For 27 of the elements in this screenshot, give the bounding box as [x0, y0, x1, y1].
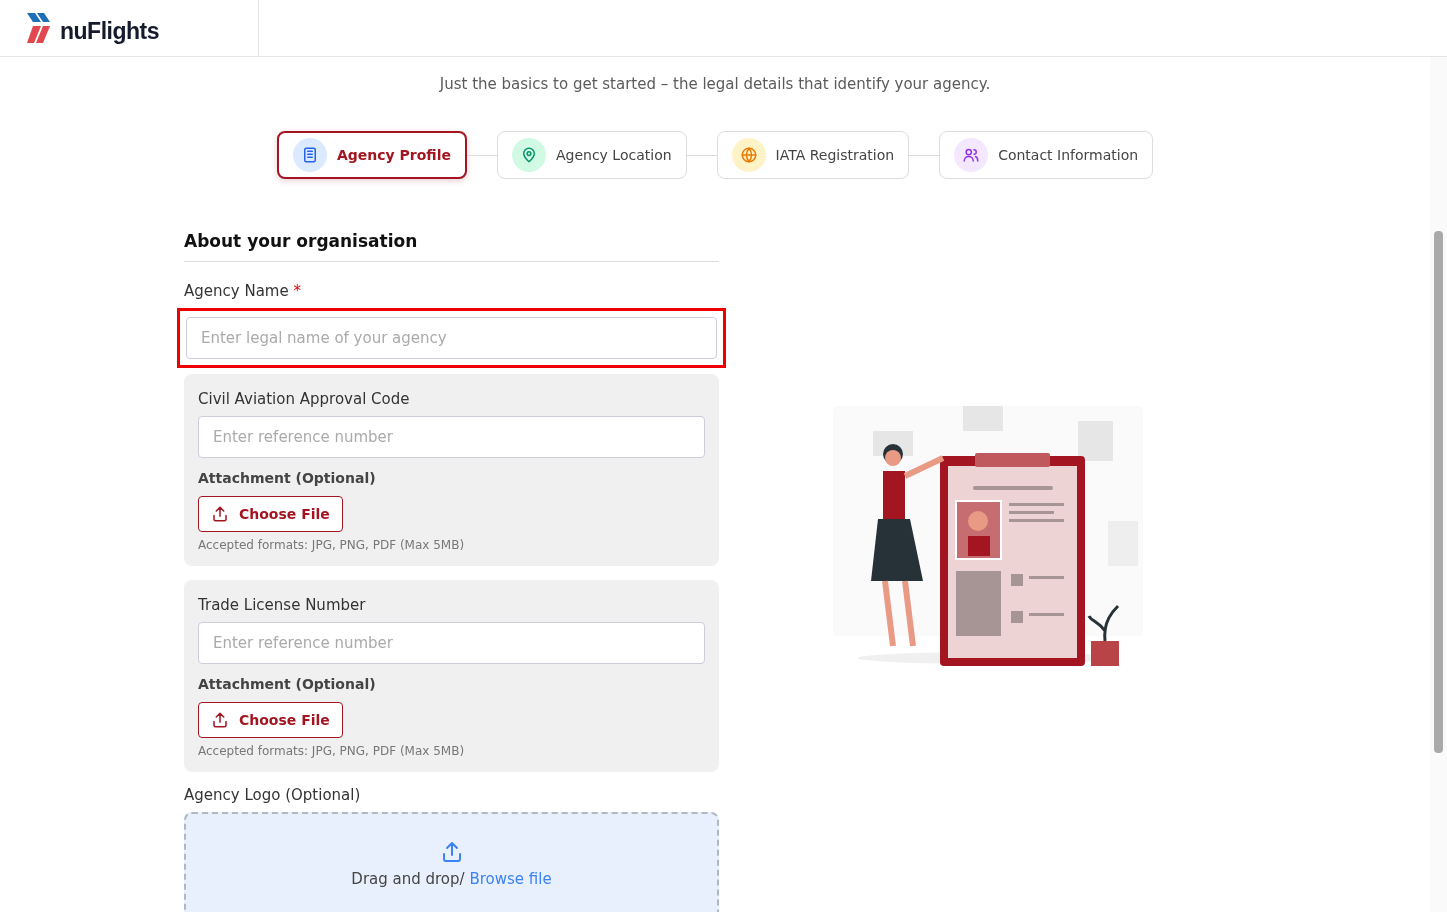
- step-tab[interactable]: Agency Profile: [276, 131, 467, 179]
- field-label: Agency Name *: [184, 282, 302, 300]
- field-label: Agency Logo (Optional): [184, 786, 362, 804]
- users-icon: [962, 146, 981, 164]
- format-hint: Accepted formats: JPG, PNG, PDF (Max 5MB): [198, 538, 466, 552]
- format-hint: Accepted formats: JPG, PNG, PDF (Max 5MB): [198, 744, 466, 758]
- scrollbar[interactable]: [1430, 57, 1447, 912]
- upload-icon: [211, 711, 229, 729]
- choose-file-button[interactable]: Choose File: [198, 702, 343, 738]
- logo-dropzone[interactable]: Drag and drop/ Browse file: [184, 812, 719, 912]
- agency-name-input[interactable]: Enter legal name of your agency: [186, 317, 717, 359]
- attachment-label: Attachment (Optional): [198, 676, 377, 692]
- brand-name: nuFlights: [60, 17, 159, 45]
- choose-file-button[interactable]: Choose File: [198, 496, 343, 532]
- dropzone-text: Drag and drop/ Browse file: [351, 870, 552, 888]
- step-tab[interactable]: Agency Location: [496, 131, 687, 179]
- reference-input[interactable]: Enter reference number: [198, 622, 705, 664]
- step-tab[interactable]: Contact Information: [939, 131, 1154, 179]
- globe-icon: [739, 146, 758, 164]
- section-title: About your organisation: [184, 231, 719, 262]
- reference-input[interactable]: Enter reference number: [198, 416, 705, 458]
- field-label: Trade License Number: [198, 596, 367, 614]
- attachment-label: Attachment (Optional): [198, 470, 377, 486]
- upload-icon: [211, 505, 229, 523]
- page-subtitle: Just the basics to get started – the legal details that identify your agency.: [439, 75, 991, 93]
- field-label: Civil Aviation Approval Code: [198, 390, 411, 408]
- step-tab[interactable]: IATA Registration: [716, 131, 910, 179]
